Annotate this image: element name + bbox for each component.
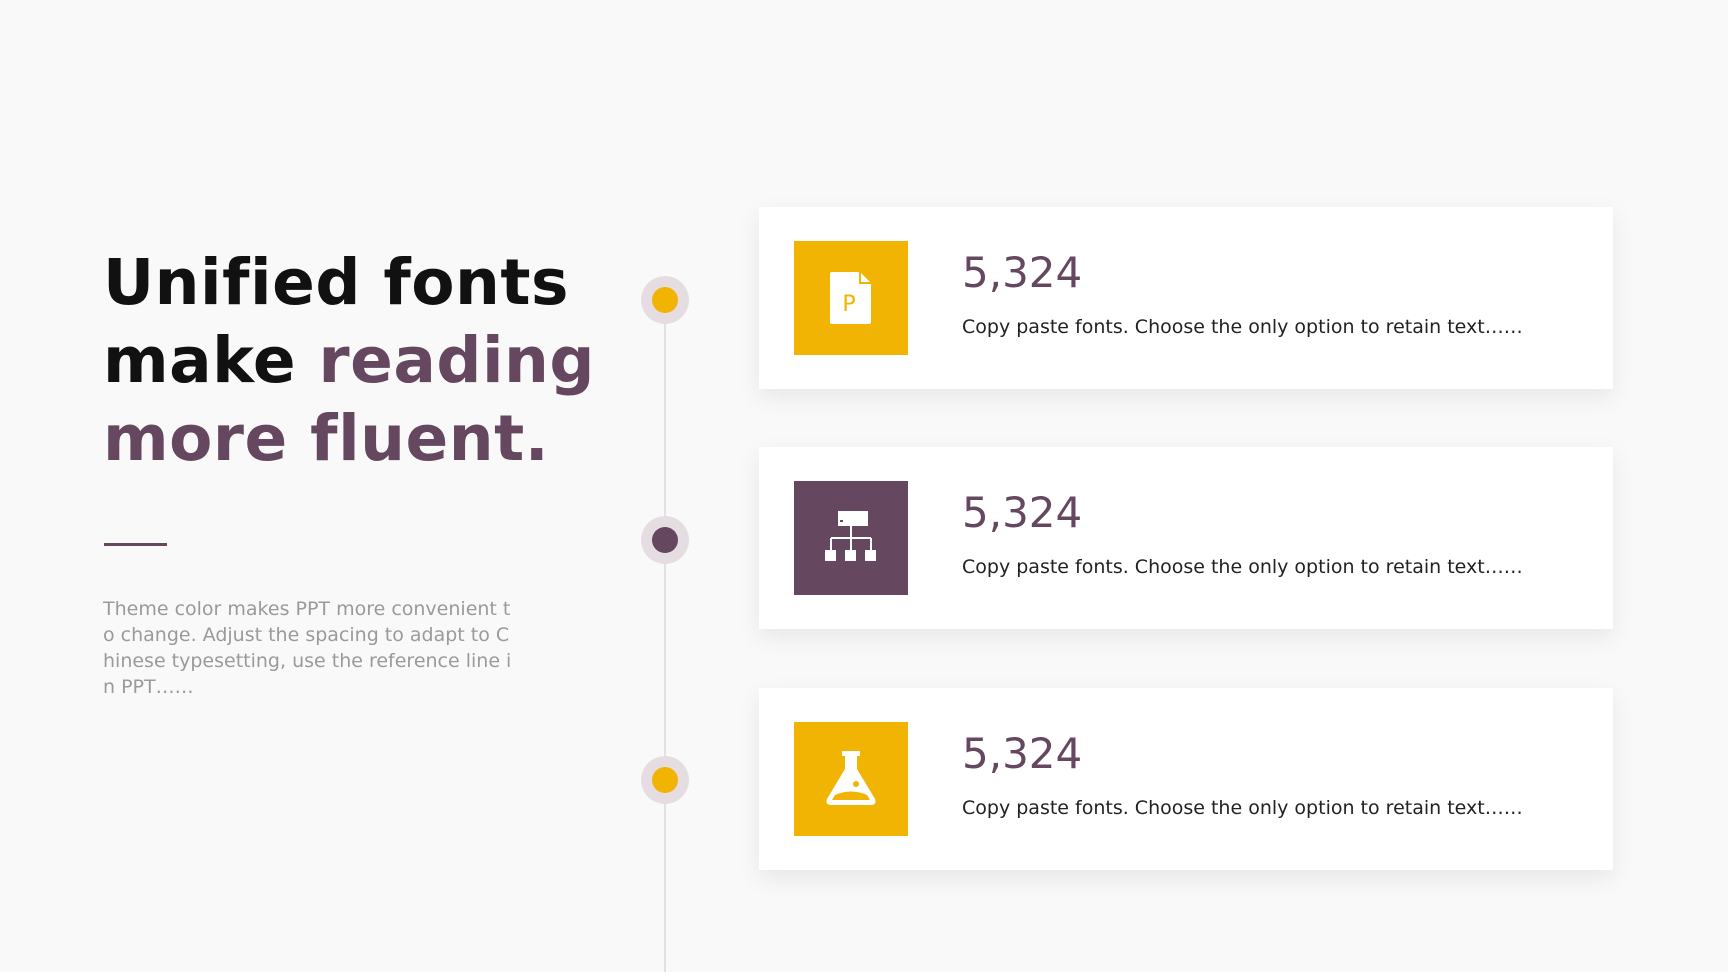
- ppt-file-letter: P: [842, 292, 855, 317]
- headline-line-1: Unified fonts: [103, 246, 570, 319]
- stat-card-2: 5,324 Copy paste fonts. Choose the only …: [759, 447, 1613, 629]
- stat-card-3: 5,324 Copy paste fonts. Choose the only …: [759, 688, 1613, 870]
- stat-value: 5,324: [962, 729, 1083, 778]
- timeline-dot-core: [652, 527, 678, 553]
- description-text: Theme color makes PPT more convenient to…: [103, 598, 512, 698]
- timeline-dot-2: [641, 516, 689, 564]
- flask-icon: [826, 751, 876, 805]
- stat-description: Copy paste fonts. Choose the only option…: [962, 316, 1523, 338]
- headline-line-2-accent: reading: [318, 324, 595, 397]
- timeline-dot-core: [652, 287, 678, 313]
- stat-card-1: P 5,324 Copy paste fonts. Choose the onl…: [759, 207, 1613, 389]
- timeline-line: [664, 298, 666, 972]
- stat-value: 5,324: [962, 248, 1083, 297]
- stat-description: Copy paste fonts. Choose the only option…: [962, 556, 1523, 578]
- timeline-dot-core: [652, 767, 678, 793]
- icon-box: P: [794, 241, 908, 355]
- timeline-dot-1: [641, 276, 689, 324]
- accent-divider: [104, 543, 167, 546]
- stat-description: Copy paste fonts. Choose the only option…: [962, 797, 1523, 819]
- stat-value: 5,324: [962, 488, 1083, 537]
- icon-box: [794, 481, 908, 595]
- ppt-file-icon: P: [830, 272, 871, 324]
- org-chart-icon: [825, 511, 876, 561]
- icon-box: [794, 722, 908, 836]
- slide-headline: Unified fonts make reading more fluent.: [103, 244, 595, 478]
- headline-line-2-plain: make: [103, 324, 319, 397]
- headline-line-3-accent: more fluent.: [103, 402, 550, 475]
- timeline-dot-3: [641, 756, 689, 804]
